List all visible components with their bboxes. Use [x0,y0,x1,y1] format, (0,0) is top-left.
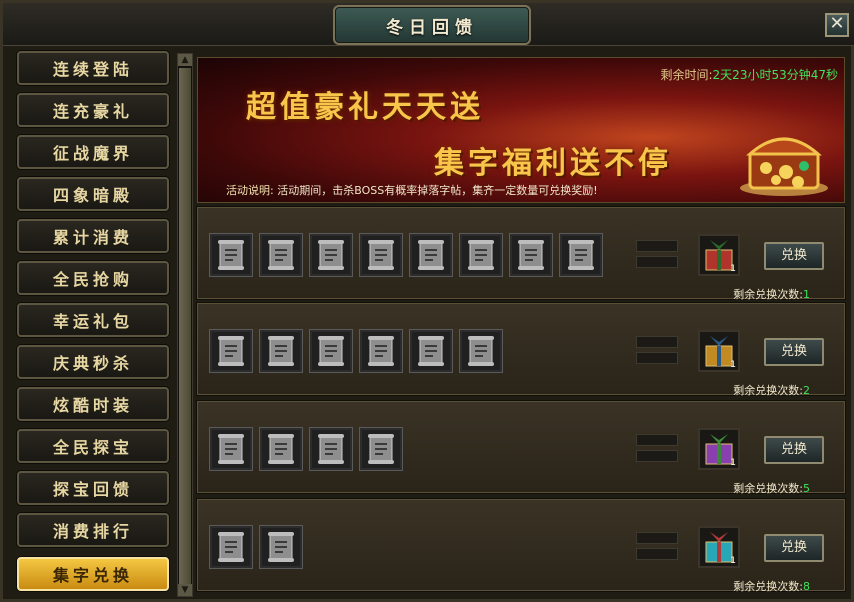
exchange-row: 1 兑换 剩余兑换次数:2 [197,303,845,398]
event-banner: 超值豪礼天天送 集字福利送不停 剩余时间:2天23小时53分钟47秒 活动说明:… [197,57,845,203]
gift-quantity: 1 [730,360,736,370]
gift-box-icon[interactable]: 1 [698,428,740,470]
scroll-item-icon[interactable] [260,330,302,372]
sidebar-item-consecutive-login[interactable]: 连续登陆 [17,51,169,85]
exchange-button[interactable]: 兑换 [764,534,824,562]
sidebar-scrollbar[interactable]: ▲ ▼ [177,53,193,597]
arrow-bar [636,256,678,268]
arrow-bar [636,434,678,446]
close-button[interactable]: ✕ [825,13,849,37]
treasure-chest-icon [740,137,828,196]
description-text: 活动期间，击杀BOSS有概率掉落字帖，集齐一定数量可兑换奖励! [277,184,598,197]
remaining-label: 剩余兑换次数: [733,384,803,397]
arrow-bar [636,240,678,252]
sidebar-item-recharge-gifts[interactable]: 连充豪礼 [17,93,169,127]
gift-box-icon[interactable]: 1 [698,330,740,372]
scroll-item-icon[interactable] [260,526,302,568]
timer-label: 剩余时间: [660,68,713,82]
sidebar-item-lucky-pack[interactable]: 幸运礼包 [17,303,169,337]
exchange-row: 1 兑换 剩余兑换次数:5 [197,401,845,496]
remaining-label: 剩余兑换次数: [733,288,803,301]
sidebar-item-hunt-reward[interactable]: 探宝回馈 [17,471,169,505]
remaining-count: 5 [803,482,810,495]
banner-headline-2: 集字福利送不停 [434,146,672,181]
gift-quantity: 1 [730,556,736,566]
countdown-timer: 剩余时间:2天23小时53分钟47秒 [661,66,839,83]
scroll-item-icon[interactable] [210,234,252,276]
scroll-item-icon[interactable] [210,526,252,568]
event-window: 冬日回馈 ✕ 连续登陆 连充豪礼 征战魔界 四象暗殿 累计消费 全民抢购 幸运礼… [0,0,854,602]
sidebar-item-four-symbols[interactable]: 四象暗殿 [17,177,169,211]
remaining-label: 剩余兑换次数: [733,580,803,593]
gift-box-icon[interactable]: 1 [698,526,740,568]
exchange-row: 1 兑换 剩余兑换次数:8 [197,499,845,594]
scroll-item-icon[interactable] [210,330,252,372]
exchange-button[interactable]: 兑换 [764,338,824,366]
exchange-button[interactable]: 兑换 [764,436,824,464]
scroll-thumb[interactable] [179,68,191,588]
scroll-item-icon[interactable] [560,234,602,276]
remaining-count: 2 [803,384,810,397]
scroll-item-icon[interactable] [260,234,302,276]
remaining-count: 1 [803,288,810,301]
sidebar-item-demon-realm[interactable]: 征战魔界 [17,135,169,169]
scroll-item-icon[interactable] [510,234,552,276]
sidebar-item-treasure-hunt[interactable]: 全民探宝 [17,429,169,463]
scroll-item-icon[interactable] [360,428,402,470]
scroll-item-icon[interactable] [460,234,502,276]
scroll-item-icon[interactable] [310,234,352,276]
remaining-exchanges: 剩余兑换次数:2 [733,382,810,398]
scroll-item-icon[interactable] [460,330,502,372]
arrow-bar [636,336,678,348]
gift-quantity: 1 [730,458,736,468]
scroll-item-icon[interactable] [310,330,352,372]
sidebar-item-celebration-sale[interactable]: 庆典秒杀 [17,345,169,379]
arrow-bar [636,532,678,544]
window-title: 冬日回馈 [333,5,531,45]
gift-box-icon[interactable]: 1 [698,234,740,276]
gift-quantity: 1 [730,264,736,274]
sidebar-item-cumulative-spend[interactable]: 累计消费 [17,219,169,253]
arrow-bar [636,450,678,462]
remaining-exchanges: 剩余兑换次数:5 [733,480,810,496]
scroll-item-icon[interactable] [260,428,302,470]
scroll-item-icon[interactable] [360,234,402,276]
sidebar-item-word-exchange[interactable]: 集字兑换 [17,557,169,591]
remaining-label: 剩余兑换次数: [733,482,803,495]
exchange-row: 1 兑换 剩余兑换次数:1 [197,207,845,302]
description-label: 活动说明: [226,184,274,197]
sidebar: 连续登陆 连充豪礼 征战魔界 四象暗殿 累计消费 全民抢购 幸运礼包 庆典秒杀 … [11,51,173,599]
scroll-item-icon[interactable] [410,234,452,276]
arrow-bar [636,548,678,560]
remaining-exchanges: 剩余兑换次数:1 [733,286,810,302]
timer-value: 2天23小时53分钟47秒 [712,68,838,82]
remaining-exchanges: 剩余兑换次数:8 [733,578,810,594]
scroll-item-icon[interactable] [310,428,352,470]
scroll-up-icon[interactable]: ▲ [178,54,192,66]
scroll-down-icon[interactable]: ▼ [178,584,192,596]
remaining-count: 8 [803,580,810,593]
sidebar-item-spend-ranking[interactable]: 消费排行 [17,513,169,547]
arrow-bar [636,352,678,364]
event-description: 活动说明: 活动期间，击杀BOSS有概率掉落字帖，集齐一定数量可兑换奖励! [226,182,598,198]
scroll-item-icon[interactable] [210,428,252,470]
scroll-item-icon[interactable] [410,330,452,372]
title-bar: 冬日回馈 ✕ [3,3,854,46]
scroll-item-icon[interactable] [360,330,402,372]
banner-headline-1: 超值豪礼天天送 [246,90,484,125]
exchange-button[interactable]: 兑换 [764,242,824,270]
sidebar-item-flash-buy[interactable]: 全民抢购 [17,261,169,295]
sidebar-item-fashion[interactable]: 炫酷时装 [17,387,169,421]
